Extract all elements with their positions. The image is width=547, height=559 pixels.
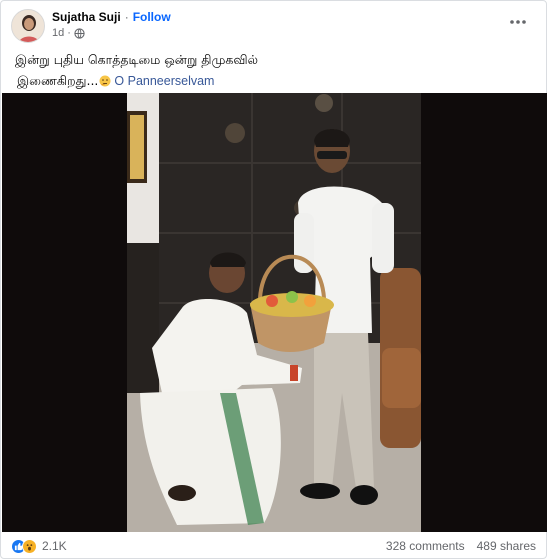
shares-count[interactable]: 489 shares [477, 539, 536, 553]
globe-icon [74, 27, 85, 39]
reactions-summary[interactable]: 2.1K [11, 538, 67, 554]
post-header: Sujatha Suji · Follow 1d · [11, 7, 536, 43]
separator-dot: · [124, 10, 129, 24]
reaction-count: 2.1K [42, 539, 67, 553]
avatar[interactable] [11, 9, 45, 43]
engagement-stats: 328 comments 489 shares [386, 539, 536, 553]
post-footer: 2.1K 328 comments 489 shares [11, 535, 536, 557]
comments-count[interactable]: 328 comments [386, 539, 465, 553]
post-text-line-2: இணைகிறது... O Panneerselvam [17, 70, 532, 92]
post-photo[interactable] [2, 93, 547, 532]
follow-button[interactable]: Follow [133, 10, 171, 24]
post-text-line-1: இன்று புதிய கொத்தடிமை ஒன்று திமுகவில் [15, 52, 259, 67]
author-name[interactable]: Sujatha Suji [52, 10, 121, 24]
separator-dot: · [67, 27, 71, 39]
post-text: இன்று புதிய கொத்தடிமை ஒன்று திமுகவில் இண… [15, 49, 532, 92]
thinking-face-icon [99, 72, 111, 87]
post-time[interactable]: 1d [52, 27, 64, 39]
post-meta: 1d · [52, 27, 85, 39]
more-options-icon[interactable] [506, 13, 530, 31]
facebook-post-card: Sujatha Suji · Follow 1d · இன்று புதிய கொத… [0, 0, 547, 559]
post-text-line-2-text: இணைகிறது... [17, 73, 99, 88]
tagged-person-link[interactable]: O Panneerselvam [114, 74, 214, 88]
author-line: Sujatha Suji · Follow [52, 10, 171, 24]
wow-icon [22, 538, 37, 554]
